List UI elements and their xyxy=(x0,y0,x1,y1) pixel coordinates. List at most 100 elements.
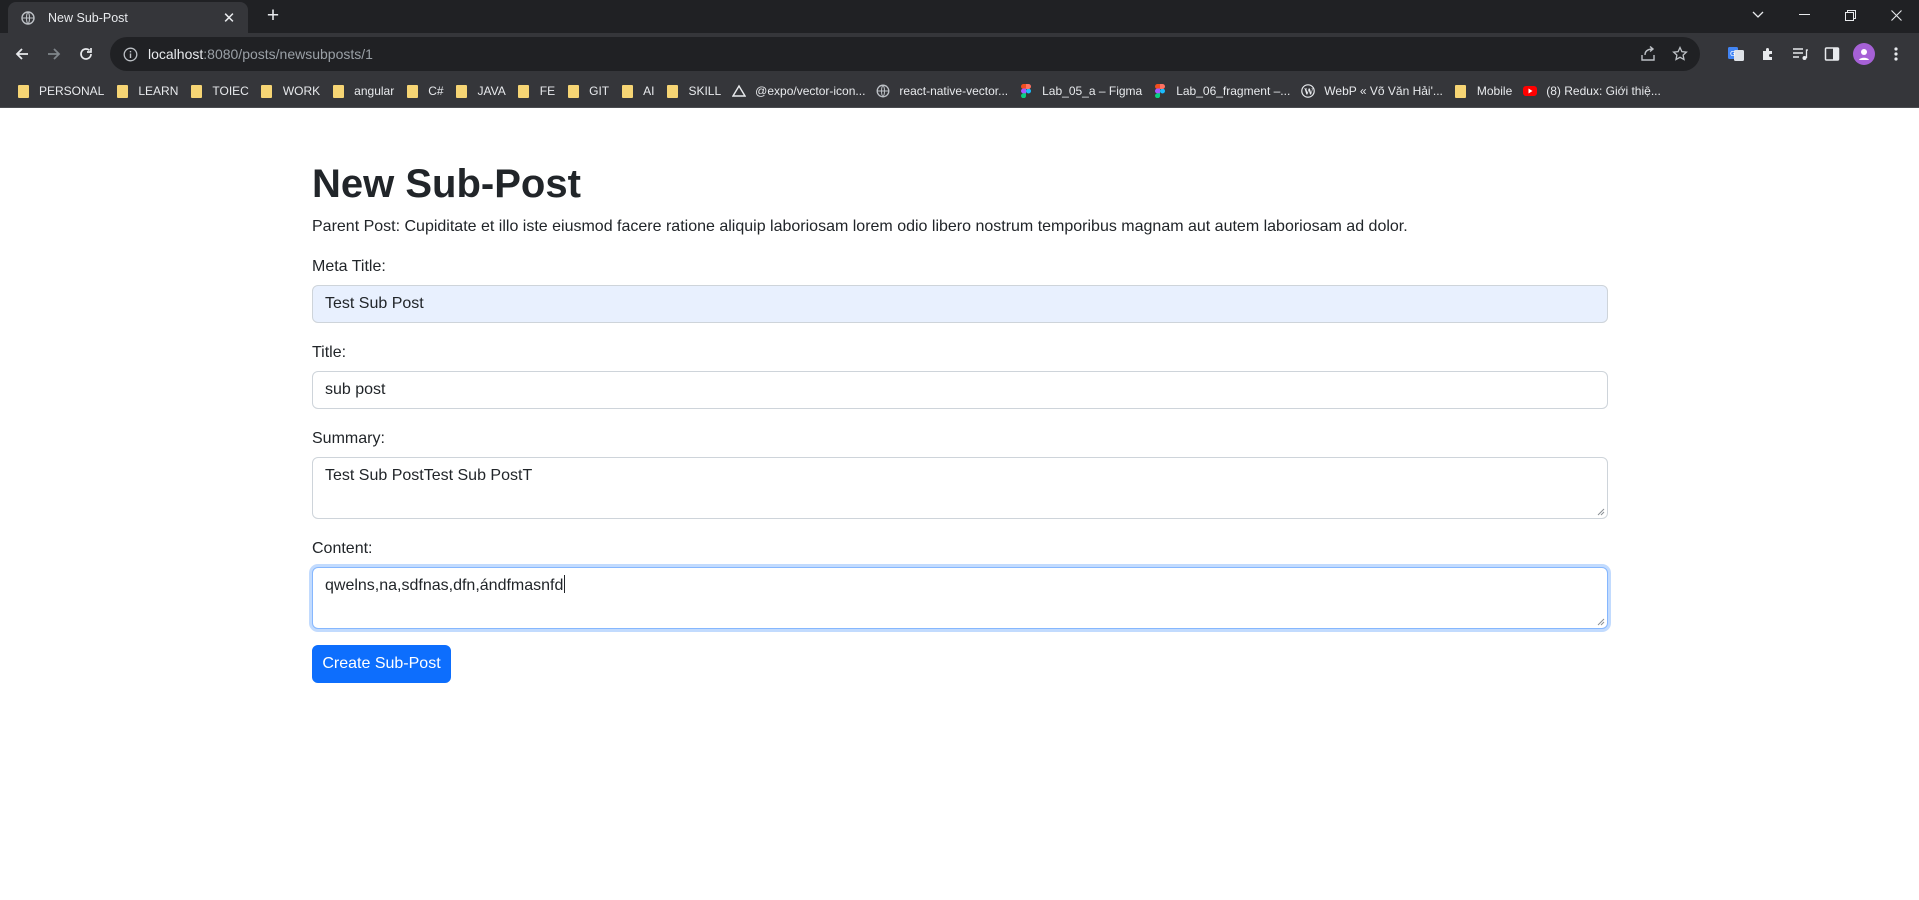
bookmark-item[interactable]: (8) Redux: Giới thiệ... xyxy=(1519,78,1668,104)
tab-search-icon[interactable] xyxy=(1735,0,1781,30)
youtube-icon xyxy=(1523,84,1538,98)
bookmark-label: angular xyxy=(354,84,395,98)
bookmark-label: JAVA xyxy=(477,84,506,98)
bookmark-label: @expo/vector-icon... xyxy=(755,84,866,98)
restore-button[interactable] xyxy=(1827,0,1873,30)
browser-toolbar: localhost:8080/posts/newsubposts/1 G xyxy=(0,33,1919,75)
folder-icon xyxy=(665,84,679,98)
media-controls-icon[interactable] xyxy=(1789,43,1811,65)
back-arrow-icon[interactable] xyxy=(8,40,36,68)
bookmark-item[interactable]: SKILL xyxy=(661,78,728,104)
bookmark-item[interactable]: react-native-vector... xyxy=(872,78,1015,104)
minimize-button[interactable] xyxy=(1781,0,1827,30)
folder-icon xyxy=(455,84,469,98)
globe-icon xyxy=(876,84,890,98)
bookmark-label: (8) Redux: Giới thiệ... xyxy=(1546,84,1661,98)
address-bar[interactable]: localhost:8080/posts/newsubposts/1 xyxy=(110,37,1700,71)
folder-icon xyxy=(260,84,274,98)
wordpress-icon: W xyxy=(1301,84,1316,98)
resize-grip-icon[interactable] xyxy=(1596,507,1605,516)
folder-icon xyxy=(517,84,531,98)
bookmark-item[interactable]: Lab_05_a – Figma xyxy=(1015,78,1149,104)
bookmark-label: WebP « Võ Văn Hải'... xyxy=(1324,84,1443,98)
content-text: qwelns,na,sdfnas,dfn,ándfmasnfd xyxy=(325,577,564,594)
forward-arrow-icon[interactable] xyxy=(40,40,68,68)
page-content: New Sub-Post Parent Post: Cupiditate et … xyxy=(0,109,1919,900)
folder-icon xyxy=(405,84,419,98)
meta-title-label: Meta Title: xyxy=(312,258,386,275)
folder-icon xyxy=(566,84,580,98)
url-host: localhost xyxy=(148,46,204,62)
bookmark-item[interactable]: @expo/vector-icon... xyxy=(728,78,872,104)
profile-avatar[interactable] xyxy=(1853,43,1875,65)
summary-label: Summary: xyxy=(312,430,385,447)
close-window-button[interactable] xyxy=(1873,0,1919,30)
parent-post-text: Parent Post: Cupiditate et illo iste eiu… xyxy=(312,218,1408,235)
tab-close-icon[interactable]: ✕ xyxy=(220,9,238,27)
window-controls xyxy=(1735,0,1919,33)
bookmark-label: TOIEC xyxy=(212,84,249,98)
bookmark-item[interactable]: GIT xyxy=(562,78,616,104)
title-label: Title: xyxy=(312,344,347,361)
extensions-puzzle-icon[interactable] xyxy=(1757,43,1779,65)
resize-grip-icon[interactable] xyxy=(1596,617,1605,626)
bookmark-item[interactable]: PERSONAL xyxy=(12,78,111,104)
bookmark-item[interactable]: Mobile xyxy=(1450,78,1519,104)
tab-title: New Sub-Post xyxy=(48,10,128,25)
url-path: :8080/posts/newsubposts/1 xyxy=(203,46,373,62)
create-sub-post-button[interactable]: Create Sub-Post xyxy=(312,645,451,683)
title-input[interactable]: sub post xyxy=(312,371,1608,409)
page-title: New Sub-Post xyxy=(312,162,581,206)
tab-strip: New Sub-Post ✕ + xyxy=(0,0,1919,33)
chrome-menu-icon[interactable] xyxy=(1885,43,1907,65)
summary-textarea[interactable]: Test Sub PostTest Sub PostT xyxy=(312,457,1608,519)
globe-icon xyxy=(20,10,35,25)
bookmark-item[interactable]: AI xyxy=(616,78,661,104)
reload-icon[interactable] xyxy=(72,40,100,68)
bookmark-item[interactable]: LEARN xyxy=(111,78,185,104)
figma-icon xyxy=(1153,84,1167,98)
bookmark-label: AI xyxy=(643,84,655,98)
content-label: Content: xyxy=(312,540,373,557)
bookmark-item[interactable]: W WebP « Võ Văn Hải'... xyxy=(1297,78,1450,104)
folder-icon xyxy=(620,84,634,98)
folder-icon xyxy=(1454,84,1468,98)
bookmark-item[interactable]: Lab_06_fragment –... xyxy=(1149,78,1297,104)
meta-title-input[interactable]: Test Sub Post xyxy=(312,285,1608,323)
bookmark-label: Lab_06_fragment –... xyxy=(1176,84,1291,98)
svg-text:W: W xyxy=(1303,86,1314,96)
expo-icon xyxy=(732,84,747,98)
browser-tab[interactable]: New Sub-Post ✕ xyxy=(8,2,248,33)
folder-icon xyxy=(115,84,129,98)
bookmark-label: Lab_05_a – Figma xyxy=(1042,84,1143,98)
bookmark-item[interactable]: FE xyxy=(513,78,562,104)
svg-text:G: G xyxy=(1730,50,1735,58)
bookmark-label: LEARN xyxy=(138,84,179,98)
extensions-area: G xyxy=(1725,43,1907,65)
side-panel-icon[interactable] xyxy=(1821,43,1843,65)
translate-icon[interactable]: G xyxy=(1725,43,1747,65)
bookmark-label: FE xyxy=(539,84,556,98)
figma-icon xyxy=(1019,84,1033,98)
bookmark-label: react-native-vector... xyxy=(899,84,1009,98)
bookmark-item[interactable]: WORK xyxy=(256,78,327,104)
folder-icon xyxy=(331,84,345,98)
bookmark-star-icon[interactable] xyxy=(1670,44,1690,64)
bookmarks-bar: PERSONAL LEARN TOIEC WORK angular C# JAVA FE GIT… xyxy=(0,75,1919,108)
text-caret xyxy=(564,575,566,593)
folder-icon xyxy=(16,84,30,98)
bookmark-label: GIT xyxy=(589,84,610,98)
bookmark-item[interactable]: C# xyxy=(401,78,450,104)
content-textarea[interactable]: qwelns,na,sdfnas,dfn,ándfmasnfd xyxy=(312,567,1608,629)
share-icon[interactable] xyxy=(1638,44,1658,64)
bookmark-label: PERSONAL xyxy=(39,84,105,98)
bookmark-label: WORK xyxy=(282,84,321,98)
site-info-icon[interactable] xyxy=(120,44,140,64)
new-tab-button[interactable]: + xyxy=(260,5,286,29)
bookmark-item[interactable]: TOIEC xyxy=(185,78,255,104)
folder-icon xyxy=(189,84,203,98)
bookmark-label: SKILL xyxy=(688,84,722,98)
bookmark-item[interactable]: JAVA xyxy=(451,78,513,104)
bookmark-item[interactable]: angular xyxy=(327,78,401,104)
summary-text: Test Sub PostTest Sub PostT xyxy=(325,467,533,484)
